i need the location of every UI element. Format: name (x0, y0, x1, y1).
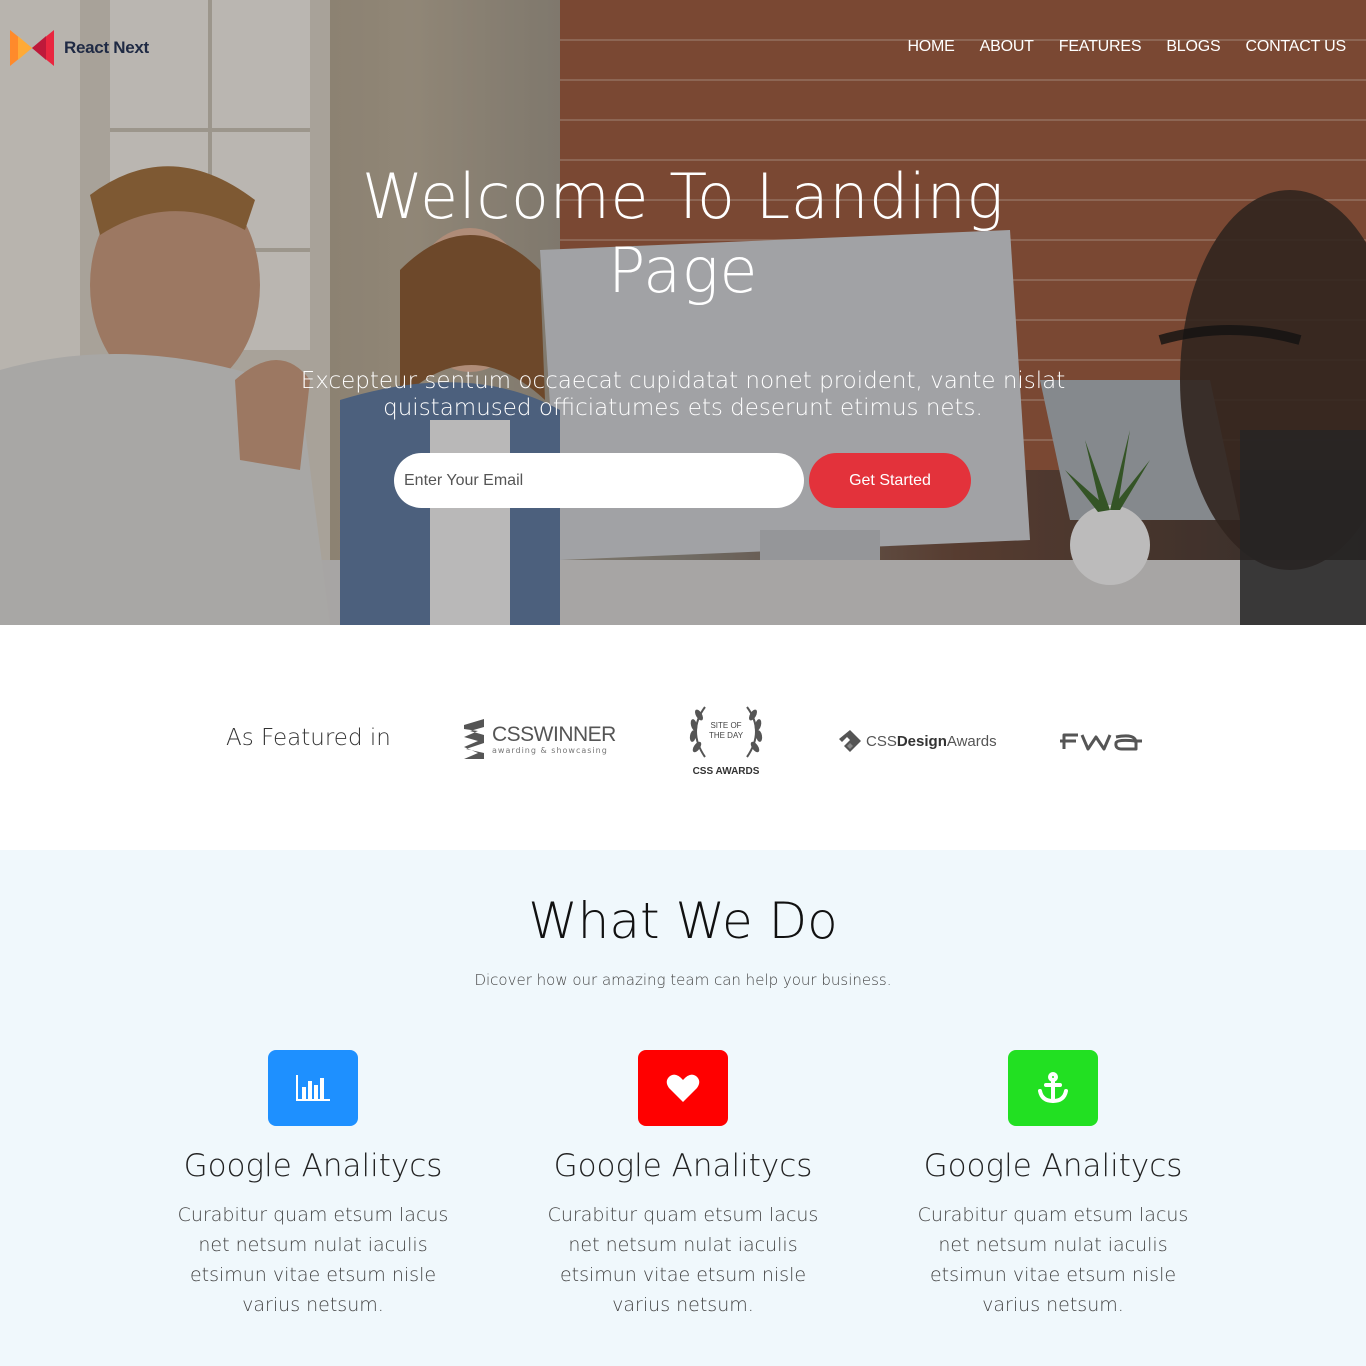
css-design-awards-name: CSSDesignAwards (866, 732, 997, 750)
featured-label: As Featured in (226, 725, 391, 751)
get-started-button[interactable]: Get Started (809, 453, 971, 508)
csswinner-logo[interactable]: CSSWINNER awarding & showcasing (462, 719, 616, 759)
csswinner-icon (464, 719, 484, 759)
csswinner-tagline: awarding & showcasing (492, 745, 608, 755)
fwa-logo[interactable] (1060, 729, 1142, 753)
section-title: What We Do (528, 892, 838, 950)
fwa-wordmark-icon (1060, 733, 1142, 751)
css-awards-name: CSS AWARDS (692, 766, 760, 777)
hero-title: Welcome To Landing Page (361, 160, 1005, 307)
service-card: Google Analitycs Curabitur quam etsum la… (158, 1050, 468, 1320)
main-nav: HOME ABOUT FEATURES BLOGS CONTACT US (907, 38, 1346, 56)
nav-contact-us[interactable]: CONTACT US (1245, 38, 1346, 56)
service-card-title: Google Analitycs (923, 1148, 1183, 1184)
bar-chart-icon (268, 1050, 358, 1126)
brand-logo[interactable]: React Next (10, 30, 149, 66)
brand-name: React Next (64, 38, 149, 57)
hero-overlay (0, 0, 1366, 625)
service-card-text: Curabitur quam etsum lacus net netsum nu… (177, 1204, 449, 1316)
service-card-title: Google Analitycs (553, 1148, 813, 1184)
nav-about[interactable]: ABOUT (980, 38, 1034, 56)
csswinner-name: CSSWINNER (492, 722, 616, 746)
service-card: Google Analitycs Curabitur quam etsum la… (528, 1050, 838, 1320)
react-next-logo-icon (10, 30, 54, 66)
heart-icon (638, 1050, 728, 1126)
featured-section: As Featured in CSSWINNER awarding & show… (0, 625, 1366, 850)
hero-section: React Next HOME ABOUT FEATURES BLOGS CON… (0, 0, 1366, 625)
nav-blogs[interactable]: BLOGS (1166, 38, 1220, 56)
service-card-text: Curabitur quam etsum lacus net netsum nu… (547, 1204, 819, 1316)
service-card: Google Analitycs Curabitur quam etsum la… (898, 1050, 1208, 1320)
css-awards-logo[interactable]: SITE OF THE DAY CSS AWARDS (685, 703, 767, 777)
anchor-icon (1008, 1050, 1098, 1126)
nav-features[interactable]: FEATURES (1059, 38, 1142, 56)
css-design-awards-logo[interactable]: CSSDesignAwards (838, 729, 997, 753)
email-input[interactable] (394, 453, 804, 508)
service-card-title: Google Analitycs (183, 1148, 443, 1184)
section-subtitle: Dicover how our amazing team can help yo… (474, 971, 892, 989)
nav-home[interactable]: HOME (907, 38, 954, 56)
css-design-awards-icon (839, 730, 861, 752)
hero-subtitle: Excepteur sentum occaecat cupidatat none… (300, 368, 1066, 421)
service-card-text: Curabitur quam etsum lacus net netsum nu… (917, 1204, 1189, 1316)
what-we-do-section: What We Do Dicover how our amazing team … (0, 850, 1366, 1366)
laurel-wreath: SITE OF THE DAY (685, 703, 767, 761)
site-of-the-day-text: SITE OF THE DAY (708, 721, 744, 740)
